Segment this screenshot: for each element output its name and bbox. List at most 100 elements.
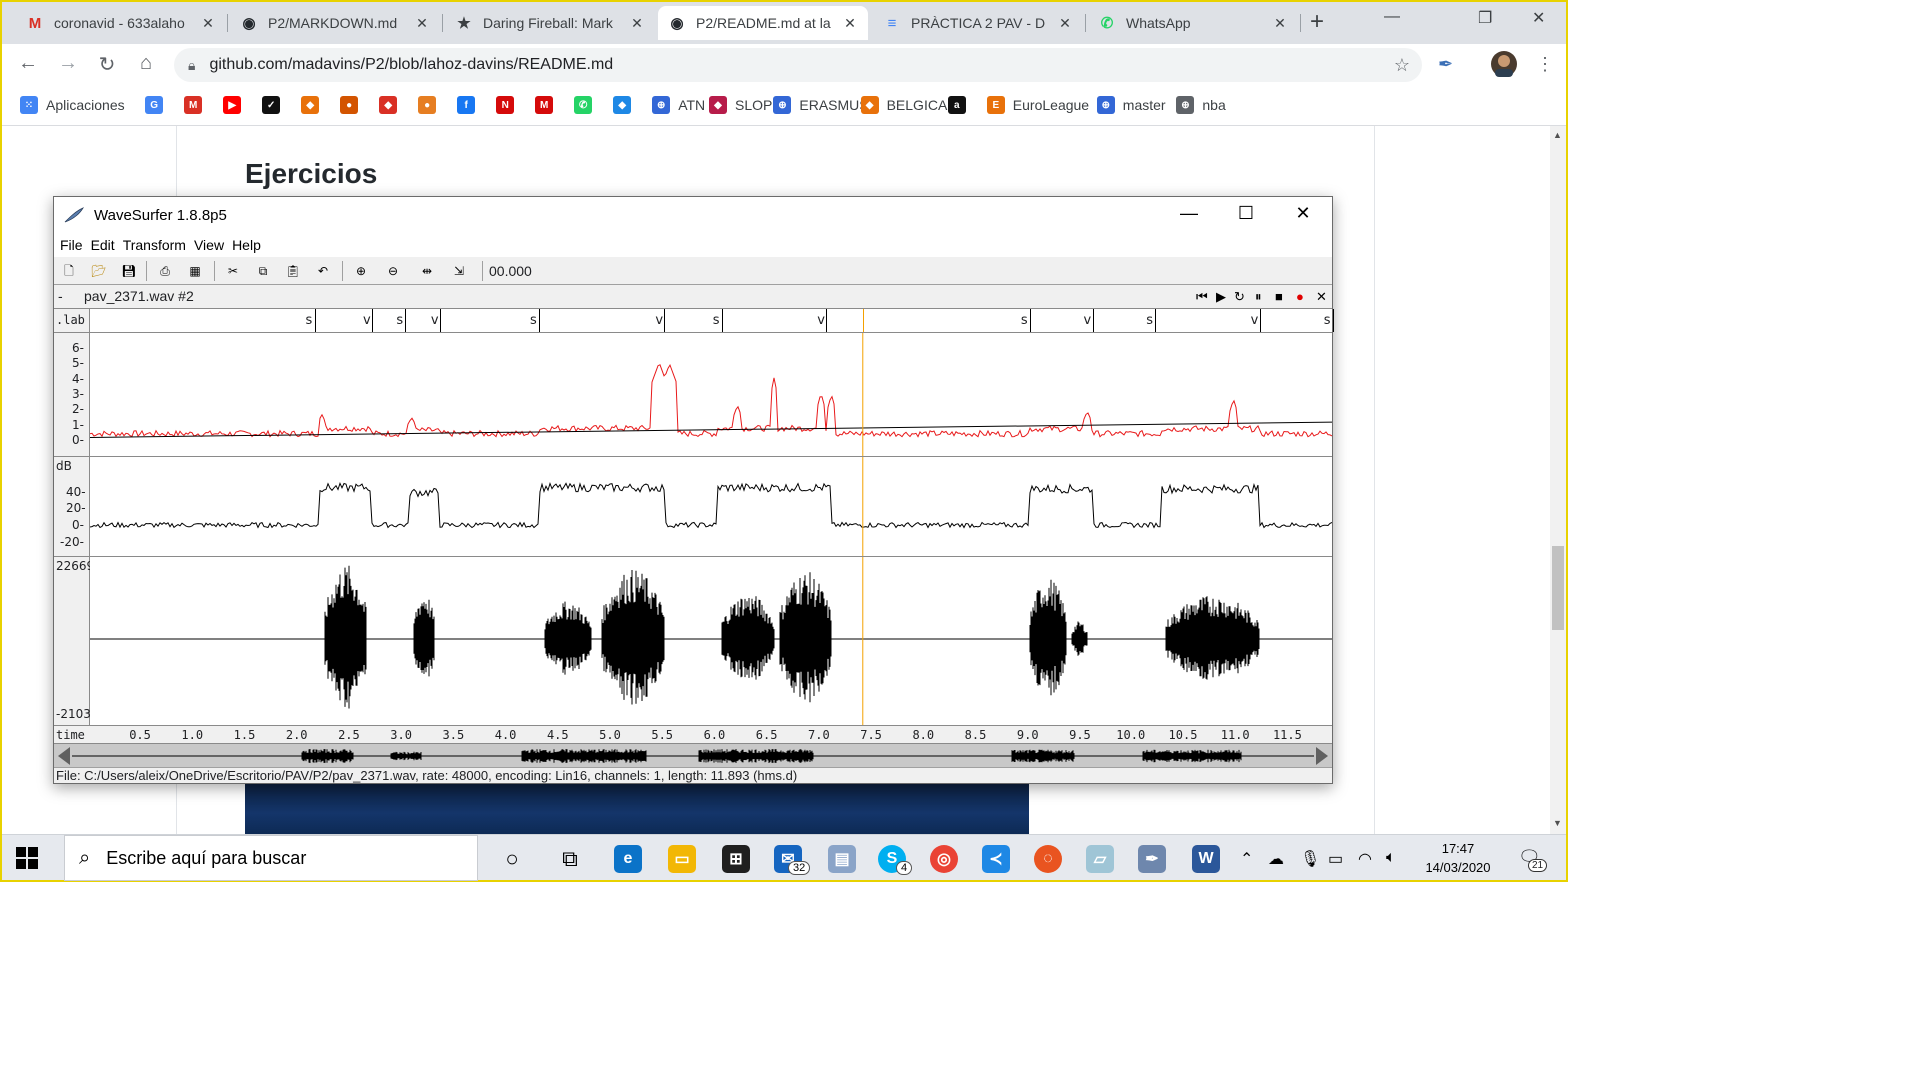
label-pane[interactable]: .lab s v s v s v s v s v s v s bbox=[54, 308, 1334, 332]
close-icon[interactable]: ✕ bbox=[1272, 15, 1288, 32]
forward-arrow-icon[interactable]: → bbox=[54, 52, 82, 75]
pitch-pane-plot[interactable] bbox=[89, 333, 1333, 457]
close-icon[interactable]: ✕ bbox=[1057, 15, 1073, 32]
scroll-up-icon[interactable]: ▲ bbox=[1553, 130, 1562, 140]
segment-boundary[interactable] bbox=[1029, 309, 1031, 332]
tab-practica[interactable]: ≡ PRÀCTICA 2 PAV - D ✕ bbox=[873, 6, 1083, 40]
close-icon[interactable]: ✕ bbox=[629, 15, 645, 32]
zoom-in-icon[interactable]: ⊕ bbox=[352, 262, 370, 280]
reload-icon[interactable]: ↻ bbox=[93, 52, 121, 77]
segment-boundary[interactable] bbox=[1332, 309, 1334, 332]
new-tab-icon[interactable]: + bbox=[1310, 8, 1324, 36]
extension-feather-icon[interactable]: ✒ bbox=[1438, 54, 1453, 75]
time-axis[interactable]: time 0.5 1.0 1.5 2.0 2.5 3.0 3.5 4.0 4.5 5.0 5.5 6.… bbox=[54, 725, 1332, 743]
bookmark-item[interactable]: ● bbox=[418, 96, 444, 114]
store-icon[interactable]: ⊞ bbox=[722, 845, 750, 873]
zoom-out-icon[interactable]: ⊖ bbox=[384, 262, 402, 280]
bookmark-item[interactable]: ✓ bbox=[262, 96, 288, 114]
ubuntu-icon[interactable]: ◌ bbox=[1034, 845, 1062, 873]
windows-start-icon[interactable] bbox=[16, 847, 38, 869]
pause-icon[interactable]: ⏸ bbox=[1255, 289, 1262, 305]
back-arrow-icon[interactable]: ← bbox=[14, 52, 42, 75]
overview-scrollbar[interactable] bbox=[54, 743, 1332, 767]
waveform-plot[interactable] bbox=[90, 557, 1332, 726]
bookmark-item[interactable]: ⊕ nba bbox=[1176, 96, 1226, 114]
save-icon[interactable]: 💾︎ bbox=[120, 262, 138, 280]
segment-boundary[interactable] bbox=[439, 309, 441, 332]
wavesurfer-titlebar[interactable]: WaveSurfer 1.8.8p5 — ☐ ✕ bbox=[54, 197, 1332, 233]
system-clock[interactable]: 17:47 14/03/2020 bbox=[1416, 839, 1500, 877]
bookmark-item[interactable]: M bbox=[184, 96, 210, 114]
play-loop-icon[interactable]: ↻ bbox=[1234, 289, 1245, 305]
stop-icon[interactable]: ■ bbox=[1275, 289, 1283, 304]
label-pane-plot[interactable]: svsvsvsvsvsvs bbox=[90, 309, 1334, 332]
segment-boundary[interactable] bbox=[314, 309, 316, 332]
cut-icon[interactable]: ✂ bbox=[224, 262, 242, 280]
pitch-pane[interactable]: 6- 5- 4- 3- 2- 1- 0- bbox=[54, 332, 1333, 457]
close-sound-icon[interactable]: ✕ bbox=[1316, 289, 1327, 305]
bookmark-item[interactable]: G bbox=[145, 96, 171, 114]
zoom-selection-icon[interactable]: ⇲ bbox=[450, 262, 468, 280]
bookmark-item[interactable]: ⊕ ERASMUS bbox=[773, 96, 869, 114]
record-icon[interactable]: ● bbox=[1296, 289, 1304, 304]
bookmark-item[interactable]: M bbox=[535, 96, 561, 114]
tab-whatsapp[interactable]: ✆ WhatsApp ✕ bbox=[1088, 6, 1298, 40]
segment-boundary[interactable] bbox=[1092, 309, 1094, 332]
bookmark-item[interactable]: ⊕ ATN bbox=[652, 96, 705, 114]
volume-icon[interactable]: 🔈︎ bbox=[1386, 849, 1396, 867]
maximize-icon[interactable]: ☐ bbox=[1231, 203, 1261, 224]
close-icon[interactable]: ✕ bbox=[842, 15, 858, 32]
play-icon[interactable]: ▶ bbox=[1216, 289, 1226, 305]
bookmark-star-icon[interactable]: ☆ bbox=[1394, 55, 1410, 76]
open-folder-icon[interactable]: 📂︎ bbox=[90, 262, 108, 280]
bookmark-item[interactable]: a bbox=[947, 96, 974, 114]
bookmark-item[interactable]: ⁙ Aplicaciones bbox=[20, 96, 125, 114]
cortana-icon[interactable]: ○ bbox=[498, 845, 526, 873]
waveform-pane[interactable]: 22669 -2103 bbox=[54, 556, 1332, 726]
address-bar[interactable]: 🔒︎ github.com/madavins/P2/blob/lahoz-dav… bbox=[174, 48, 1422, 82]
bookmark-item[interactable]: N bbox=[496, 96, 522, 114]
undo-icon[interactable]: ↶ bbox=[314, 262, 332, 280]
bookmark-item[interactable]: ◆ bbox=[379, 96, 405, 114]
power-pane-plot[interactable] bbox=[89, 457, 1333, 557]
page-scrollbar[interactable]: ▲ ▼ bbox=[1550, 126, 1566, 834]
bookmark-item[interactable]: ✆ bbox=[574, 96, 600, 114]
playback-cursor[interactable] bbox=[862, 309, 864, 332]
close-icon[interactable]: ✕ bbox=[200, 15, 216, 32]
scroll-thumb[interactable] bbox=[1552, 546, 1564, 630]
close-window-icon[interactable]: ✕ bbox=[1532, 8, 1545, 28]
tab-coronavid[interactable]: M coronavid - 633alaho ✕ bbox=[16, 6, 226, 40]
kebab-menu-icon[interactable]: ⋮ bbox=[1536, 54, 1554, 75]
chrome-icon[interactable]: ◎ bbox=[930, 845, 958, 873]
segment-boundary[interactable] bbox=[664, 309, 666, 332]
segment-boundary[interactable] bbox=[721, 309, 723, 332]
copy-icon[interactable]: ⧉ bbox=[254, 262, 272, 280]
cloud-icon[interactable]: ☁ bbox=[1268, 849, 1284, 869]
bookmark-item[interactable]: ▶ bbox=[223, 96, 249, 114]
segment-boundary[interactable] bbox=[1155, 309, 1157, 332]
bookmark-item[interactable]: ⊕ master bbox=[1096, 96, 1166, 114]
bookmark-item[interactable]: E EuroLeague bbox=[986, 96, 1089, 114]
task-view-icon[interactable]: ⧉ bbox=[556, 845, 584, 873]
restore-icon[interactable]: ❐ bbox=[1478, 8, 1492, 28]
bookmark-item[interactable]: ◆ bbox=[613, 96, 639, 114]
menu-help[interactable]: Help bbox=[232, 237, 261, 253]
edge-icon[interactable]: e bbox=[614, 845, 642, 873]
microphone-icon[interactable]: 🎙︎ bbox=[1300, 849, 1320, 869]
power-pane[interactable]: dB 40- 20- 0- -20- bbox=[54, 456, 1333, 557]
file-explorer-icon[interactable]: ▭ bbox=[668, 845, 696, 873]
close-icon[interactable]: ✕ bbox=[414, 15, 430, 32]
home-icon[interactable]: ⌂ bbox=[132, 52, 160, 75]
bookmark-item[interactable]: ◆ BELGICA bbox=[860, 96, 947, 114]
bookmark-item[interactable]: ● bbox=[340, 96, 366, 114]
properties-icon[interactable]: ▦ bbox=[186, 262, 204, 280]
bookmark-item[interactable]: ◆ bbox=[301, 96, 327, 114]
avatar[interactable] bbox=[1490, 50, 1518, 83]
print-icon[interactable]: ⎙ bbox=[156, 262, 174, 280]
minimize-icon[interactable]: — bbox=[1384, 8, 1400, 26]
segment-boundary[interactable] bbox=[371, 309, 373, 332]
minimize-icon[interactable]: — bbox=[1174, 203, 1204, 224]
battery-icon[interactable]: ▭ bbox=[1328, 849, 1343, 869]
wifi-icon[interactable]: ◠ bbox=[1358, 849, 1372, 869]
collapse-toggle[interactable]: - bbox=[58, 288, 63, 304]
